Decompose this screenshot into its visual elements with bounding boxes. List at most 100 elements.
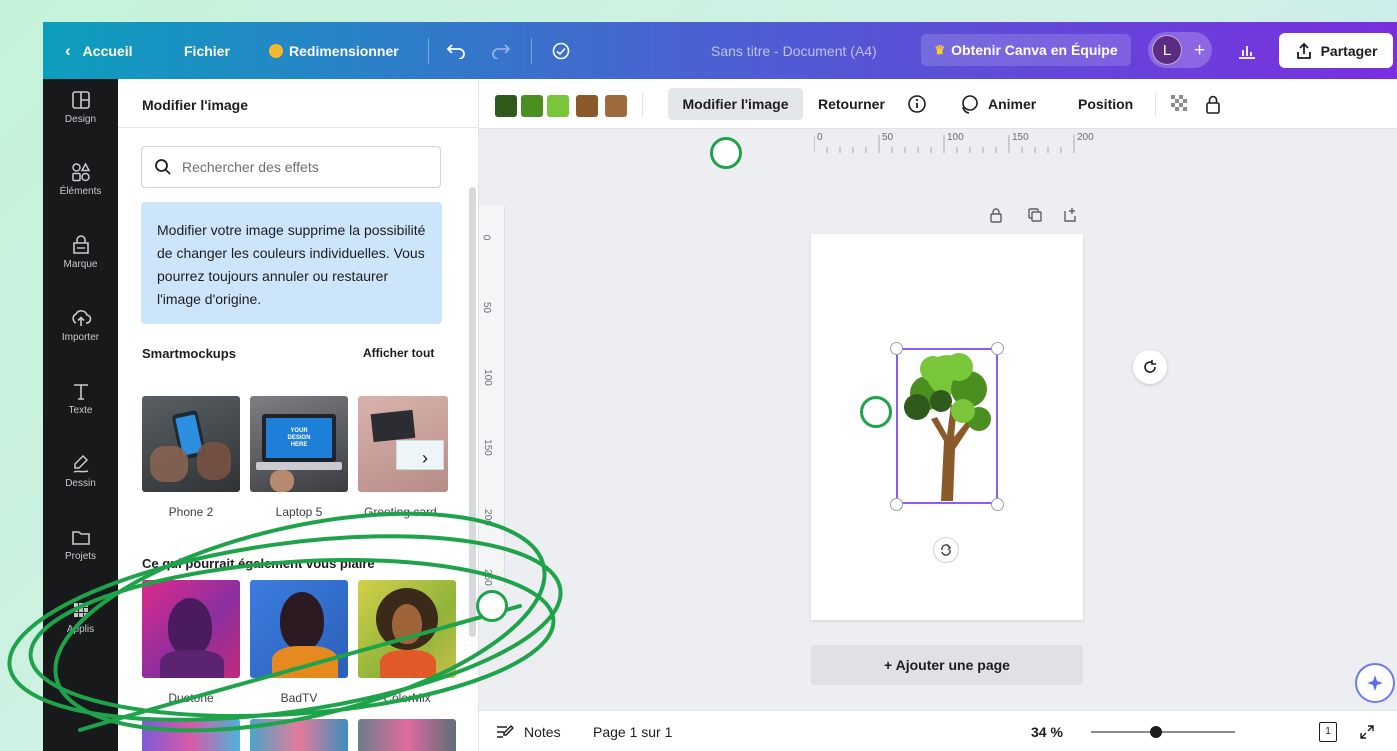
loop-icon: [1144, 360, 1156, 373]
flip-button[interactable]: Retourner: [818, 79, 885, 129]
info-button[interactable]: [907, 79, 927, 129]
rail-item-draw[interactable]: Dessin: [43, 453, 118, 515]
ruler-tick-label: 50: [882, 132, 894, 143]
rail-item-upload[interactable]: Importer: [43, 307, 118, 369]
side-rail: Design Éléments Marque Importer Texte De…: [43, 79, 118, 751]
resize-handle[interactable]: [991, 498, 1004, 511]
brand-icon: [72, 235, 89, 254]
effect-thumbnail[interactable]: [142, 719, 240, 751]
folder-icon: [71, 531, 90, 545]
document-title[interactable]: Sans titre - Document (A4): [711, 22, 877, 79]
add-collaborator-button[interactable]: +: [1194, 22, 1205, 79]
rail-label: Éléments: [59, 186, 102, 197]
rotate-handle[interactable]: [933, 537, 959, 563]
rail-item-projects[interactable]: Projets: [43, 526, 118, 588]
add-page-icon-button[interactable]: [1062, 207, 1078, 228]
chevron-left-icon: ‹: [65, 40, 71, 60]
redo-icon: [492, 43, 511, 59]
annotation-marker-2: 2: [710, 137, 742, 169]
back-button[interactable]: ‹ Accueil: [65, 22, 132, 79]
search-placeholder: Rechercher des effets: [182, 159, 319, 175]
panel-title: Modifier l'image: [142, 97, 249, 113]
page-grid-button[interactable]: 1: [1319, 711, 1337, 751]
transparency-button[interactable]: [1171, 79, 1189, 129]
effect-duotone[interactable]: [142, 580, 240, 678]
effect-badtv[interactable]: [250, 580, 348, 678]
duplicate-page-button[interactable]: [1027, 207, 1043, 228]
design-page[interactable]: [811, 234, 1083, 620]
context-toolbar: Modifier l'image Retourner Animer Positi…: [479, 79, 1397, 129]
effects-search-input[interactable]: Rechercher des effets: [141, 146, 441, 188]
page-indicator[interactable]: Page 1 sur 1: [593, 711, 672, 751]
color-swatch[interactable]: [547, 95, 569, 117]
insights-button[interactable]: [1238, 22, 1256, 79]
lock-icon: [1206, 95, 1220, 114]
effect-thumbnail[interactable]: [358, 719, 456, 751]
get-team-button[interactable]: ♛ Obtenir Canva en Équipe: [921, 34, 1131, 66]
text-icon: [73, 384, 88, 400]
refresh-suggestion-button[interactable]: [1133, 350, 1167, 384]
zoom-percent[interactable]: 34 %: [1031, 711, 1063, 751]
zoom-slider-track[interactable]: [1091, 731, 1235, 733]
rail-item-design[interactable]: Design: [43, 89, 118, 151]
save-status[interactable]: [550, 22, 572, 79]
bar-chart-icon: [1239, 45, 1255, 59]
apps-icon: [73, 603, 88, 617]
cloud-check-icon: [552, 42, 570, 59]
resize-handle[interactable]: [890, 498, 903, 511]
panel-scrollbar[interactable]: [469, 187, 476, 637]
mockup-laptop-5[interactable]: YOUR DESIGN HERE: [250, 396, 348, 492]
mockup-phone-2[interactable]: [142, 396, 240, 492]
edit-image-button[interactable]: Modifier l'image: [668, 88, 803, 120]
resize-handle[interactable]: [890, 342, 903, 355]
effect-colormix[interactable]: [358, 580, 456, 678]
lock-button[interactable]: [1204, 79, 1222, 129]
ruler-tick-label: 100: [481, 369, 493, 386]
mockup-greeting-card[interactable]: ›: [358, 396, 448, 492]
mockup-caption: Greeting card: [364, 505, 437, 519]
ruler-tick-label: 150: [1012, 132, 1029, 143]
laptop-shape: YOUR DESIGN HERE: [262, 414, 336, 462]
ruler-tick-label: 0: [480, 234, 492, 241]
page-lock-button[interactable]: [988, 207, 1004, 228]
animate-button[interactable]: Animer: [958, 79, 1036, 129]
file-menu[interactable]: Fichier: [184, 22, 230, 79]
share-button[interactable]: Partager: [1279, 33, 1393, 68]
color-swatch[interactable]: [521, 95, 543, 117]
color-swatch[interactable]: [495, 95, 517, 117]
undo-button[interactable]: [446, 22, 466, 79]
position-button[interactable]: Position: [1078, 79, 1133, 129]
annotation-marker-1: 1: [860, 396, 892, 428]
rail-label: Design: [64, 114, 97, 125]
rail-label: Marque: [63, 259, 98, 270]
crown-icon: ♛: [934, 43, 946, 57]
color-swatch[interactable]: [605, 95, 627, 117]
resize-handle[interactable]: [991, 342, 1004, 355]
rail-label: Importer: [61, 332, 100, 343]
magic-assistant-button[interactable]: [1355, 663, 1395, 703]
share-label: Partager: [1320, 42, 1378, 59]
resize-button[interactable]: Redimensionner: [269, 22, 399, 79]
effect-caption: Duotone: [168, 691, 214, 705]
effect-thumbnail[interactable]: [250, 719, 348, 751]
notes-icon: [497, 724, 514, 738]
rail-item-elements[interactable]: Éléments: [43, 161, 118, 223]
add-page-button[interactable]: + Ajouter une page: [811, 645, 1083, 685]
page-count: 1: [1319, 721, 1337, 742]
redo-button[interactable]: [491, 22, 511, 79]
rail-item-text[interactable]: Texte: [43, 380, 118, 442]
fullscreen-button[interactable]: [1359, 711, 1375, 751]
show-all-link[interactable]: Afficher tout: [363, 346, 434, 360]
bottom-bar: Notes Page 1 sur 1 34 % 1 ?: [479, 710, 1397, 751]
rail-item-apps[interactable]: Applis: [43, 599, 118, 661]
rail-label: Texte: [68, 405, 93, 416]
zoom-slider-thumb[interactable]: [1149, 726, 1162, 738]
search-icon: [155, 159, 171, 175]
notes-button[interactable]: Notes: [496, 711, 561, 751]
duplicate-icon: [1028, 208, 1042, 222]
avatar[interactable]: L: [1152, 35, 1182, 65]
color-swatch[interactable]: [576, 95, 598, 117]
chevron-right-icon[interactable]: ›: [422, 448, 428, 469]
annotation-marker-3: 3: [476, 590, 508, 622]
rail-item-brand[interactable]: Marque: [43, 234, 118, 296]
